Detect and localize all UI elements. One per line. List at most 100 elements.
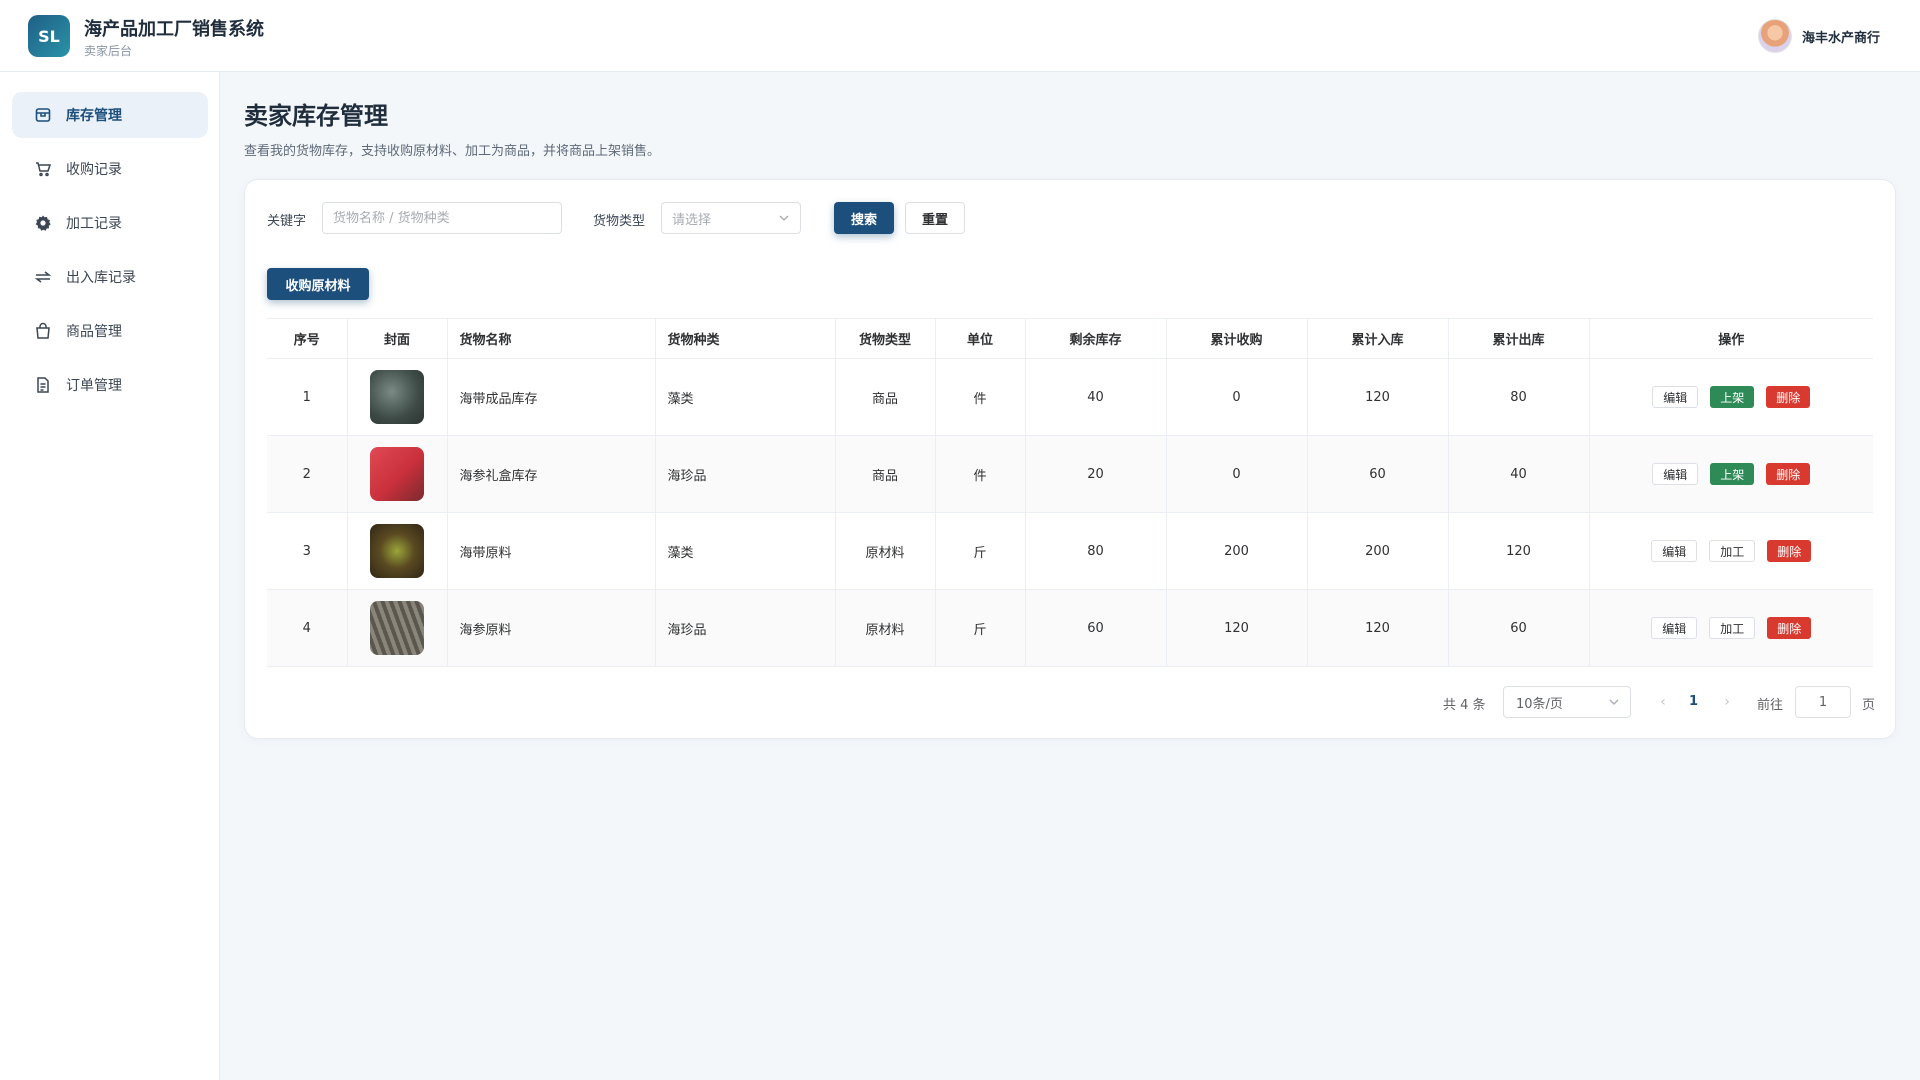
ops-cell: 编辑 上架 删除 — [1589, 358, 1873, 436]
row-index: 1 — [267, 358, 348, 436]
item-out: 80 — [1448, 358, 1590, 436]
edit-button[interactable]: 编辑 — [1651, 617, 1698, 639]
item-out: 60 — [1448, 589, 1590, 667]
item-category: 藻类 — [655, 358, 836, 436]
page-title: 卖家库存管理 — [244, 102, 388, 130]
column-header: 单位 — [935, 318, 1026, 359]
edit-button[interactable]: 编辑 — [1651, 540, 1698, 562]
item-category: 藻类 — [655, 512, 836, 590]
next-page-icon[interactable]: › — [1719, 694, 1735, 710]
sidebar-item-orders[interactable]: 订单管理 — [12, 362, 208, 408]
app-logo[interactable]: SL — [28, 15, 70, 57]
sidebar-item-stock-flow[interactable]: 出入库记录 — [12, 254, 208, 300]
delete-button[interactable]: 删除 — [1767, 617, 1812, 639]
row-index: 3 — [267, 512, 348, 590]
ops-cell: 编辑 加工 删除 — [1589, 512, 1873, 590]
process-button[interactable]: 加工 — [1709, 540, 1756, 562]
goto-page-input[interactable]: 1 — [1795, 686, 1851, 718]
keyword-field[interactable] — [322, 202, 562, 234]
delete-button[interactable]: 删除 — [1766, 386, 1811, 408]
type-select[interactable]: 请选择 — [661, 202, 801, 234]
item-unit: 件 — [935, 358, 1026, 436]
item-name: 海参原料 — [447, 589, 656, 667]
item-category: 海珍品 — [655, 435, 836, 513]
sidebar-item-inventory[interactable]: 库存管理 — [12, 92, 208, 138]
item-type: 商品 — [835, 358, 936, 436]
top-header: SL 海产品加工厂销售系统 卖家后台 海丰水产商行 — [0, 0, 1920, 72]
goto-label: 前往 — [1757, 698, 1784, 713]
item-unit: 斤 — [935, 512, 1026, 590]
ops-cell: 编辑 加工 删除 — [1589, 589, 1873, 667]
purchase-raw-material-button[interactable]: 收购原材料 — [267, 268, 369, 300]
column-header: 货物名称 — [447, 318, 656, 359]
cover-image[interactable] — [370, 601, 424, 655]
sidebar-item-processing[interactable]: 加工记录 — [12, 200, 208, 246]
cover-image[interactable] — [370, 370, 424, 424]
item-in: 60 — [1307, 435, 1449, 513]
sidebar-item-label: 库存管理 — [66, 108, 122, 124]
edit-button[interactable]: 编辑 — [1652, 386, 1699, 408]
inventory-card: 关键字 货物类型 请选择 搜索 重置 收购原材料 序号 封面 货物名称 货物种类… — [244, 179, 1896, 739]
document-icon — [34, 376, 52, 394]
item-stock: 20 — [1025, 435, 1167, 513]
delete-button[interactable]: 删除 — [1767, 540, 1812, 562]
cover-image[interactable] — [370, 524, 424, 578]
cover-cell — [347, 512, 448, 590]
sidebar-item-purchase[interactable]: 收购记录 — [12, 146, 208, 192]
item-in: 120 — [1307, 358, 1449, 436]
edit-button[interactable]: 编辑 — [1652, 463, 1699, 485]
table-row: 4 海参原料 海珍品 原材料 斤 60 120 120 60 编辑 加工 删除 — [267, 589, 1873, 667]
prev-page-icon[interactable]: ‹ — [1655, 694, 1671, 710]
item-purchased: 200 — [1166, 512, 1308, 590]
column-header: 封面 — [347, 318, 448, 359]
item-stock: 80 — [1025, 512, 1167, 590]
list-for-sale-button[interactable]: 上架 — [1710, 463, 1755, 485]
item-stock: 40 — [1025, 358, 1167, 436]
sidebar-item-products[interactable]: 商品管理 — [12, 308, 208, 354]
item-in: 120 — [1307, 589, 1449, 667]
item-in: 200 — [1307, 512, 1449, 590]
item-out: 120 — [1448, 512, 1590, 590]
reset-button[interactable]: 重置 — [905, 202, 965, 234]
avatar[interactable] — [1757, 19, 1792, 53]
page-number-current[interactable]: 1 — [1689, 694, 1698, 709]
column-header: 货物类型 — [835, 318, 936, 359]
column-header: 累计收购 — [1166, 318, 1308, 359]
table-header-row: 序号 封面 货物名称 货物种类 货物类型 单位 剩余库存 累计收购 累计入库 累… — [267, 318, 1873, 359]
table-row: 1 海带成品库存 藻类 商品 件 40 0 120 80 编辑 上架 删除 — [267, 358, 1873, 436]
chevron-down-icon — [779, 215, 789, 221]
item-type: 原材料 — [835, 589, 936, 667]
chevron-down-icon — [1609, 699, 1619, 705]
sidebar-item-label: 订单管理 — [66, 378, 122, 394]
column-header: 序号 — [267, 318, 348, 359]
item-unit: 斤 — [935, 589, 1026, 667]
user-name[interactable]: 海丰水产商行 — [1802, 27, 1880, 46]
row-index: 2 — [267, 435, 348, 513]
sidebar-item-label: 出入库记录 — [66, 270, 136, 286]
ops-cell: 编辑 上架 删除 — [1589, 435, 1873, 513]
page-size-value: 10条/页 — [1516, 696, 1563, 712]
cart-icon — [34, 160, 52, 178]
item-type: 原材料 — [835, 512, 936, 590]
page-size-select[interactable]: 10条/页 — [1503, 686, 1631, 718]
column-header: 累计出库 — [1448, 318, 1590, 359]
sidebar-item-label: 加工记录 — [66, 216, 122, 232]
box-icon — [34, 106, 52, 124]
item-stock: 60 — [1025, 589, 1167, 667]
sidebar: 库存管理 收购记录 加工记录 出入库记录 商品管理 订单管理 — [0, 72, 220, 1080]
user-menu[interactable]: 海丰水产商行 — [1757, 18, 1880, 54]
process-button[interactable]: 加工 — [1709, 617, 1756, 639]
item-name: 海参礼盒库存 — [447, 435, 656, 513]
pagination-total: 共 4 条 — [1443, 698, 1486, 713]
cover-image[interactable] — [370, 447, 424, 501]
cover-cell — [347, 435, 448, 513]
row-index: 4 — [267, 589, 348, 667]
item-purchased: 120 — [1166, 589, 1308, 667]
delete-button[interactable]: 删除 — [1766, 463, 1811, 485]
item-category: 海珍品 — [655, 589, 836, 667]
list-for-sale-button[interactable]: 上架 — [1710, 386, 1755, 408]
keyword-input[interactable] — [333, 210, 551, 226]
type-label: 货物类型 — [593, 214, 646, 229]
item-type: 商品 — [835, 435, 936, 513]
search-button[interactable]: 搜索 — [834, 202, 894, 234]
